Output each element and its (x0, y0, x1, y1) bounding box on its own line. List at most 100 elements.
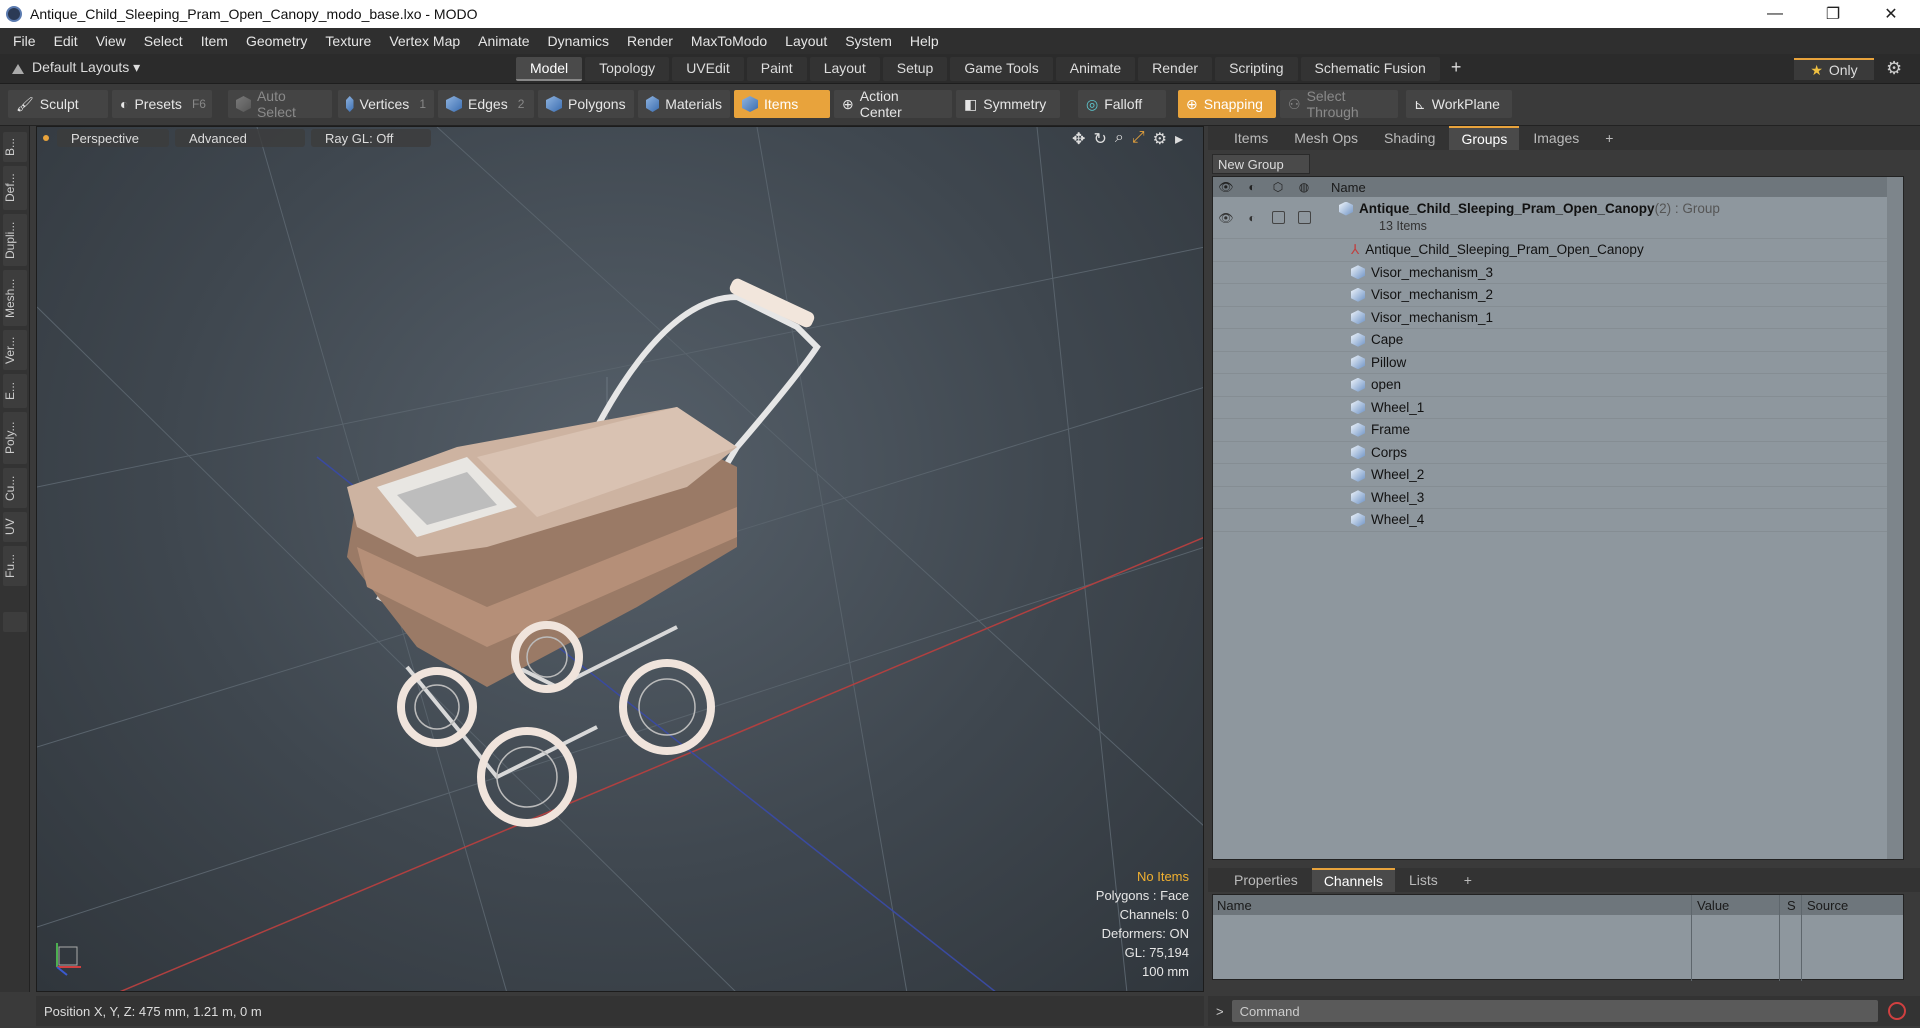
select-through-button[interactable]: ⚇ Select Through (1280, 88, 1398, 120)
tab-scripting[interactable]: Scripting (1215, 57, 1298, 81)
snapping-button[interactable]: ⊕ Snapping (1178, 90, 1276, 118)
tab-mesh-ops[interactable]: Mesh Ops (1282, 127, 1370, 149)
tab-layout[interactable]: Layout (809, 57, 880, 81)
tab-properties[interactable]: Properties (1222, 869, 1310, 891)
viewport-menu-icon[interactable] (43, 135, 49, 141)
list-item[interactable]: Visor_mechanism_1 (1213, 307, 1903, 329)
tab-topology[interactable]: Topology (585, 57, 670, 81)
tab-animate[interactable]: Animate (1055, 57, 1136, 81)
collapse-up-icon[interactable] (12, 62, 24, 74)
close-button[interactable]: ✕ (1862, 0, 1920, 28)
col-name[interactable]: Name (1217, 898, 1252, 913)
presets-button[interactable]: ◐ Presets F6 (112, 90, 212, 118)
menu-render[interactable]: Render (618, 33, 682, 49)
menu-texture[interactable]: Texture (316, 33, 380, 49)
list-item[interactable]: open (1213, 374, 1903, 397)
maximize-button[interactable]: ❐ (1804, 0, 1862, 28)
advanced-button[interactable]: Advanced (175, 129, 305, 147)
strip-tab-dupli[interactable]: Dupli... (3, 214, 27, 266)
visibility-column-icon[interactable]: 👁 (1213, 180, 1239, 194)
menu-layout[interactable]: Layout (776, 33, 836, 49)
tab-images[interactable]: Images (1521, 127, 1591, 149)
lock-column-icon[interactable]: ⬡ (1265, 180, 1291, 194)
menu-system[interactable]: System (836, 33, 901, 49)
add-tab-button[interactable]: + (1443, 57, 1470, 81)
raygl-button[interactable]: Ray GL: Off (311, 129, 431, 147)
menu-file[interactable]: File (4, 33, 45, 49)
strip-tab-fu[interactable]: Fu... (3, 546, 27, 586)
list-item[interactable]: Corps (1213, 442, 1903, 464)
tab-setup[interactable]: Setup (882, 57, 948, 81)
menu-view[interactable]: View (87, 33, 135, 49)
fit-icon[interactable]: ⤢ (1132, 129, 1145, 149)
list-item[interactable]: Wheel_3 (1213, 487, 1903, 509)
tab-groups[interactable]: Groups (1449, 126, 1520, 150)
tree-scrollbar[interactable] (1887, 177, 1903, 859)
viewport-gear-icon[interactable]: ⚙ (1153, 129, 1167, 149)
materials-button[interactable]: Materials (638, 90, 730, 118)
menu-vertex-map[interactable]: Vertex Map (380, 33, 469, 49)
select-column-icon[interactable]: ◍ (1291, 180, 1317, 194)
tab-shading[interactable]: Shading (1372, 127, 1447, 149)
sculpt-button[interactable]: 🖌 Sculpt (8, 90, 108, 118)
menu-dynamics[interactable]: Dynamics (539, 33, 618, 49)
col-source[interactable]: Source (1807, 898, 1848, 913)
tab-channels[interactable]: Channels (1311, 868, 1395, 892)
workplane-button[interactable]: ⊾ WorkPlane (1406, 90, 1512, 118)
name-column-header[interactable]: Name (1331, 180, 1366, 195)
default-layouts-dropdown[interactable]: Default Layouts ▾ (12, 59, 140, 76)
strip-tab-poly[interactable]: Poly... (3, 412, 27, 464)
tab-items[interactable]: Items (1222, 127, 1280, 149)
menu-select[interactable]: Select (135, 33, 192, 49)
menu-edit[interactable]: Edit (45, 33, 87, 49)
list-item[interactable]: Frame (1213, 419, 1903, 442)
polygons-button[interactable]: Polygons (538, 90, 634, 118)
only-toggle[interactable]: ★ Only (1794, 58, 1874, 80)
viewport-expand-icon[interactable]: ▸ (1175, 129, 1183, 149)
strip-tab-b[interactable]: B... (3, 132, 27, 162)
list-item[interactable]: Cape (1213, 329, 1903, 352)
add-channels-tab-button[interactable]: + (1452, 869, 1484, 891)
list-item[interactable]: Pillow (1213, 352, 1903, 374)
command-history-icon[interactable]: > (1216, 1004, 1224, 1019)
tab-game-tools[interactable]: Game Tools (950, 57, 1053, 81)
zoom-icon[interactable]: ⌕ (1115, 129, 1124, 149)
list-item[interactable]: ⅄ Antique_Child_Sleeping_Pram_Open_Canopy (1213, 239, 1903, 262)
col-s[interactable]: S (1787, 898, 1796, 913)
edges-button[interactable]: Edges 2 (438, 90, 534, 118)
menu-animate[interactable]: Animate (469, 33, 538, 49)
tab-lists[interactable]: Lists (1397, 869, 1450, 891)
symmetry-button[interactable]: ◧ Symmetry (956, 90, 1060, 118)
list-item[interactable]: Visor_mechanism_2 (1213, 284, 1903, 307)
list-item[interactable]: Wheel_2 (1213, 464, 1903, 487)
list-item[interactable]: Visor_mechanism_3 (1213, 262, 1903, 284)
tab-uvedit[interactable]: UVEdit (672, 57, 744, 81)
add-panel-tab-button[interactable]: + (1593, 127, 1625, 149)
items-button[interactable]: Items (734, 90, 830, 118)
minimize-button[interactable]: — (1746, 0, 1804, 28)
list-item[interactable]: Wheel_4 (1213, 509, 1903, 532)
gear-icon[interactable]: ⚙ (1886, 58, 1902, 79)
action-center-button[interactable]: ⊕ Action Center (834, 88, 952, 120)
tab-schematic-fusion[interactable]: Schematic Fusion (1300, 57, 1440, 81)
tab-render[interactable]: Render (1138, 57, 1213, 81)
strip-tab-uv[interactable]: UV (3, 512, 27, 542)
perspective-button[interactable]: Perspective (57, 129, 169, 147)
render-column-icon[interactable]: ◐ (1239, 180, 1265, 194)
list-item[interactable]: Wheel_1 (1213, 397, 1903, 419)
pan-icon[interactable]: ✥ (1072, 129, 1085, 149)
auto-select-button[interactable]: Auto Select (228, 88, 332, 120)
strip-tab-mesh[interactable]: Mesh... (3, 270, 27, 326)
menu-maxtomodo[interactable]: MaxToModo (682, 33, 776, 49)
rotate-icon[interactable]: ↻ (1093, 129, 1106, 149)
strip-tab-cu[interactable]: Cu... (3, 468, 27, 508)
col-value[interactable]: Value (1697, 898, 1729, 913)
tab-paint[interactable]: Paint (746, 57, 807, 81)
select-toggle[interactable] (1291, 197, 1317, 238)
falloff-button[interactable]: ◎ Falloff (1078, 90, 1166, 118)
render-toggle[interactable]: ◐ (1239, 197, 1265, 238)
vertices-button[interactable]: Vertices 1 (338, 90, 434, 118)
lock-toggle[interactable] (1265, 197, 1291, 238)
strip-tab-def[interactable]: Def... (3, 166, 27, 210)
3d-viewport[interactable]: Perspective Advanced Ray GL: Off ✥ ↻ ⌕ ⤢… (36, 126, 1204, 992)
